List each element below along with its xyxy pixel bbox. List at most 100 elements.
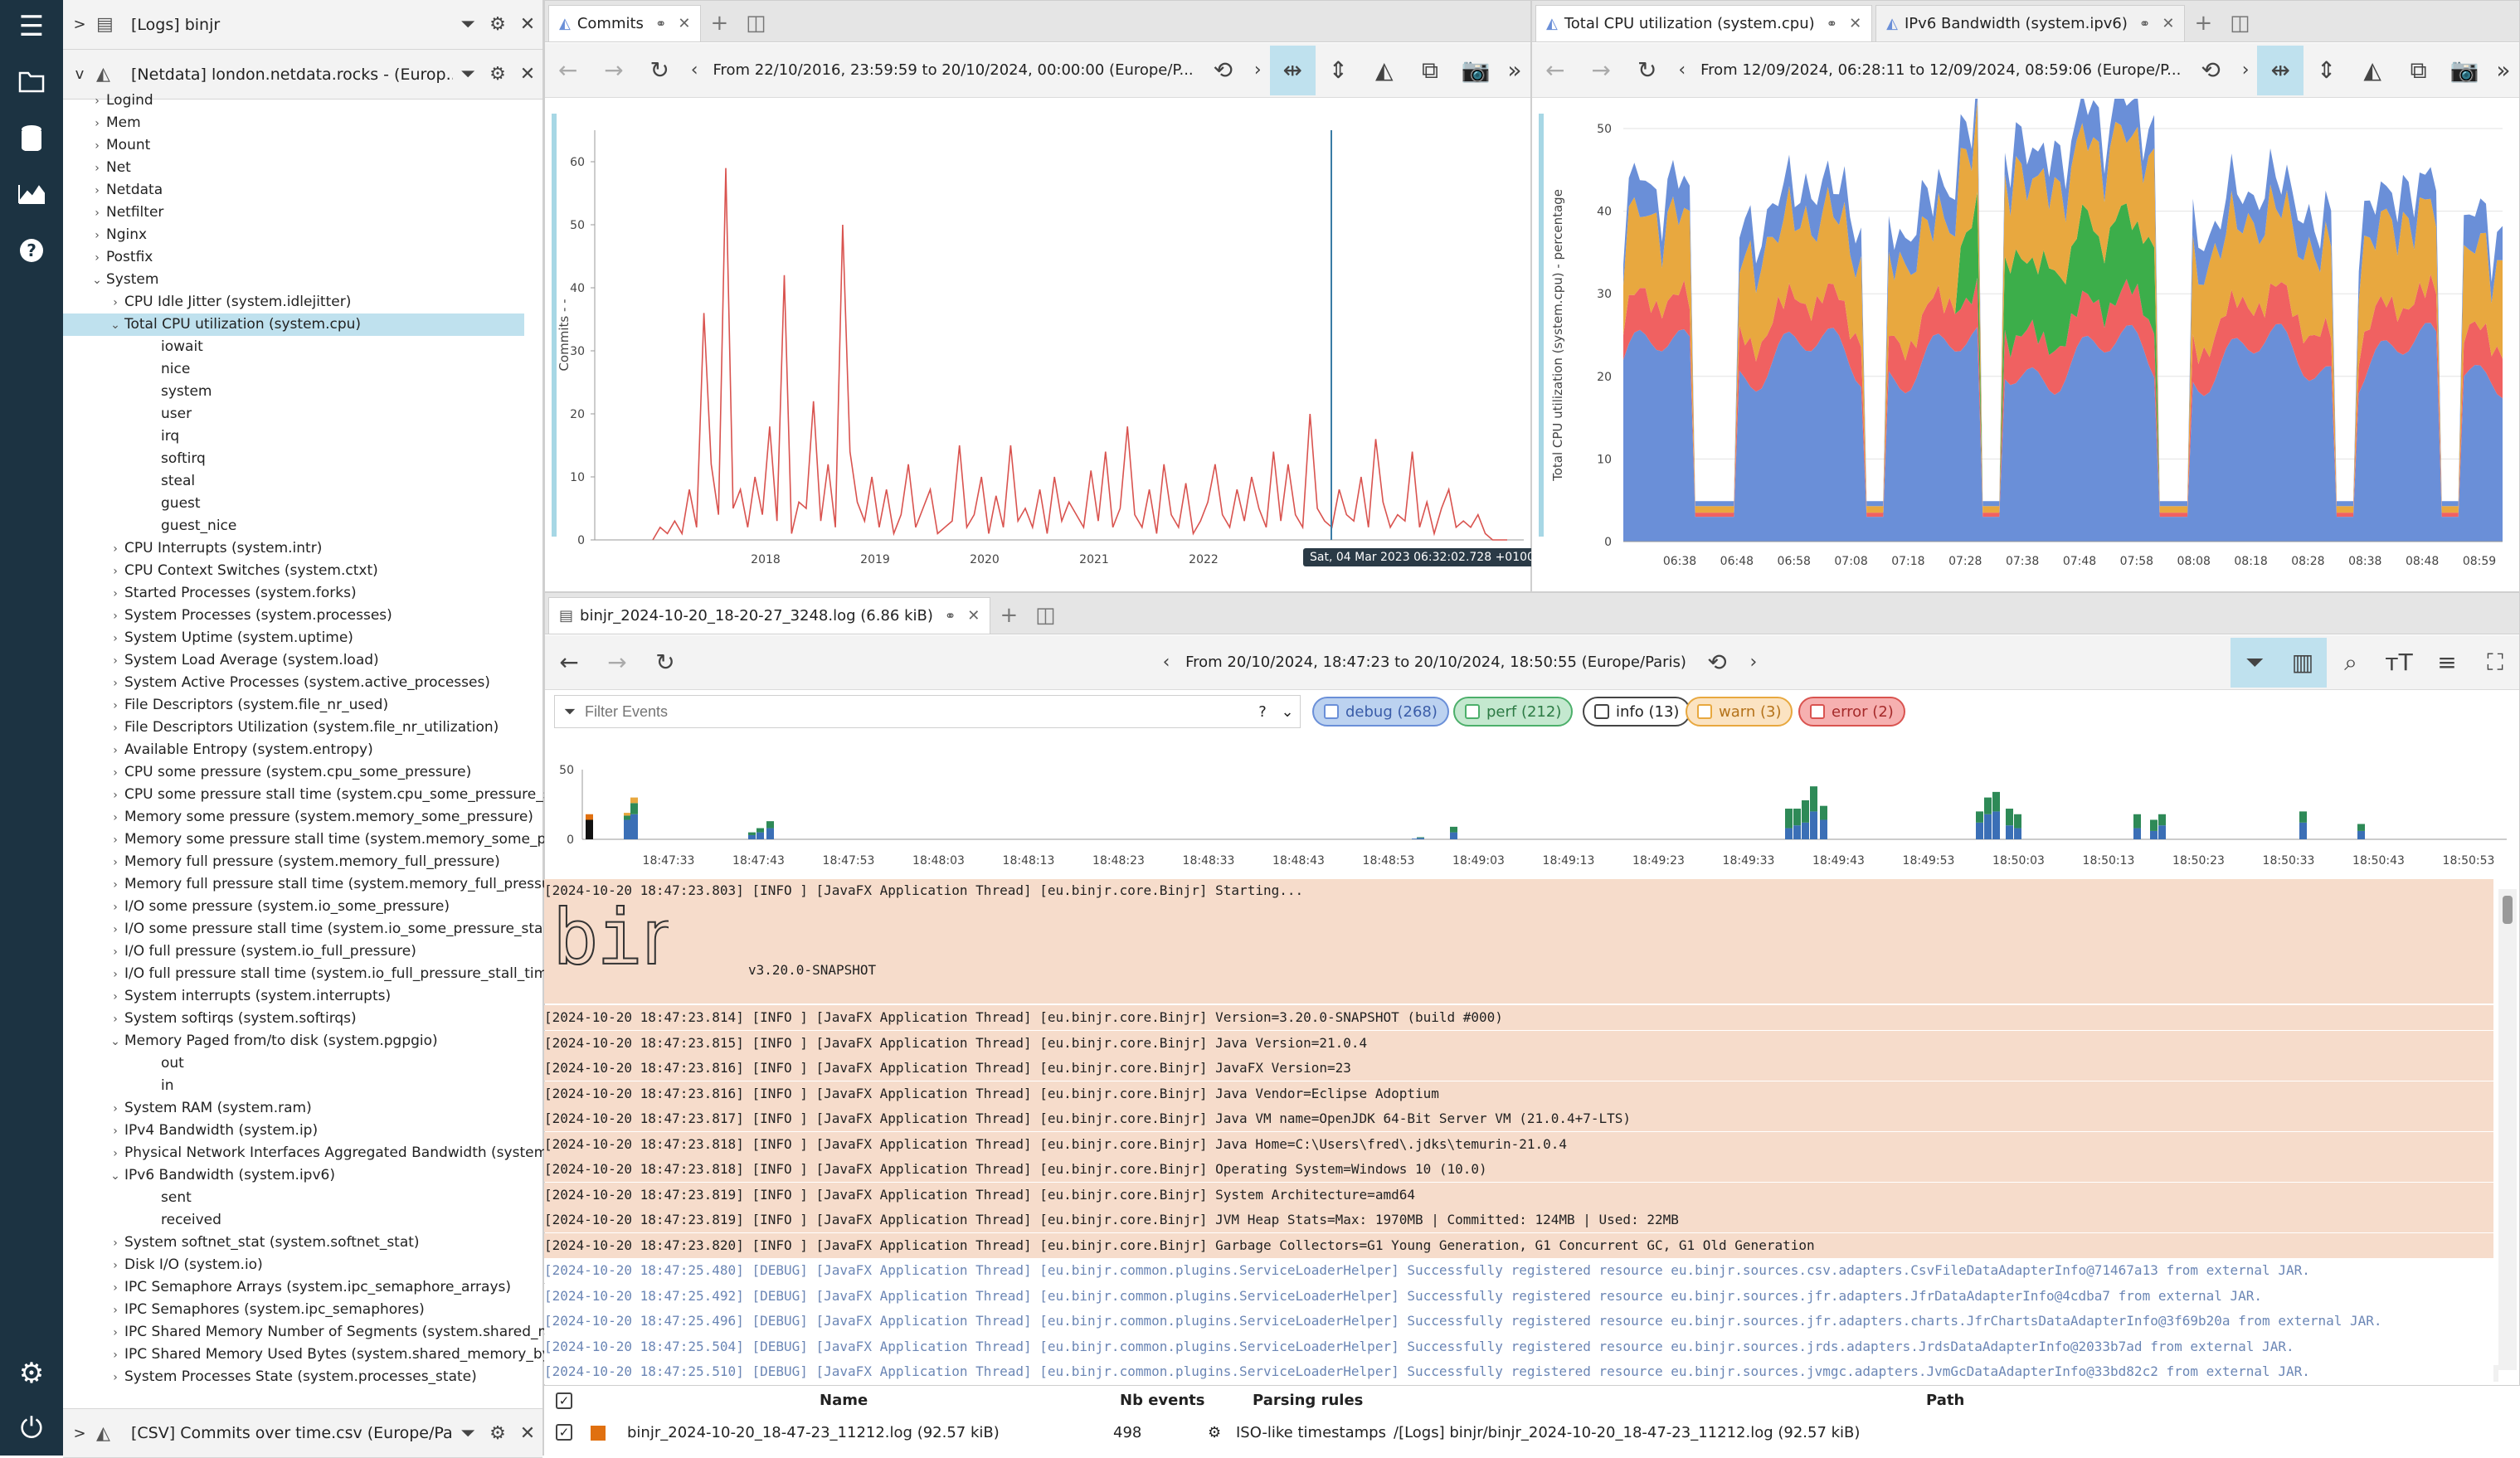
camera-icon[interactable]: 📷 (2441, 46, 2487, 95)
tree-node[interactable]: out (63, 1052, 524, 1075)
refresh-icon[interactable]: ↻ (1624, 46, 1670, 95)
chevron-right-icon[interactable]: › (106, 673, 124, 695)
tree-node[interactable]: › File Descriptors (system.file_nr_used) (63, 694, 524, 717)
chevron-right-icon[interactable]: › (2234, 46, 2258, 95)
close-icon[interactable]: ✕ (1849, 15, 1861, 32)
source-header-logs[interactable]: > ▤ [Logs] binjr ⏷ ⚙ ✕ (63, 0, 542, 50)
chevron-right-icon[interactable]: › (106, 1322, 124, 1344)
back-icon[interactable]: ← (1532, 46, 1578, 95)
filter-icon[interactable]: ⏷ (453, 64, 483, 85)
tree-node[interactable]: › Memory some pressure stall time (system… (63, 829, 552, 851)
filter-events-input[interactable]: ⏷ ? ⌄ (554, 695, 1301, 728)
commits-chart[interactable]: 0 10 20 30 40 50 60 2018 2019 2020 2021 2022 Commits… (545, 99, 1530, 593)
help-icon[interactable]: ? (1250, 703, 1275, 721)
chevron-right-icon[interactable]: › (106, 807, 124, 829)
chevron-right-icon[interactable]: › (106, 1344, 124, 1367)
split-view-icon[interactable]: ◫ (737, 5, 774, 41)
tree-node[interactable]: › CPU some pressure (system.cpu_some_pres… (63, 761, 524, 784)
events-histogram[interactable]: 0 50 18:47:33 18:47:43 18:47:53 18:48:03 18:48… (544, 746, 2520, 879)
chevron-right-icon[interactable]: › (106, 1143, 124, 1165)
chevron-right-icon[interactable]: › (106, 897, 124, 919)
tree-node[interactable]: › Memory full pressure stall time (system… (63, 873, 556, 896)
tree-node[interactable]: › Logind (63, 90, 524, 112)
chevron-right-icon[interactable]: › (106, 1120, 124, 1143)
tree-node[interactable]: steal (63, 470, 524, 493)
chevron-left-icon[interactable]: ‹ (1154, 638, 1179, 688)
log-line[interactable]: [2024-10-20 18:47:25.492] [DEBUG] [JavaF… (544, 1283, 2493, 1309)
log-line[interactable]: [2024-10-20 18:47:23.819] [INFO ] [JavaF… (544, 1208, 2493, 1232)
chip-info[interactable]: info (13) (1583, 697, 1691, 727)
select-all-checkbox[interactable]: ✓ (556, 1392, 572, 1409)
tree-node[interactable]: irq (63, 425, 524, 448)
chevron-left-icon[interactable]: ‹ (1670, 46, 1694, 95)
chevron-right-icon[interactable]: › (106, 1255, 124, 1277)
chevron-right-icon[interactable]: › (106, 762, 124, 785)
chevron-right-icon[interactable]: › (106, 292, 124, 314)
crosshair-vertical-icon[interactable]: ⇹ (2257, 45, 2304, 95)
tree-node[interactable]: › System softnet_stat (system.softnet_sta… (63, 1232, 524, 1254)
folder-icon[interactable] (8, 58, 55, 104)
tab-ipv6-bandwidth[interactable]: ◭ IPv6 Bandwidth (system.ipv6) ⚭ ✕ (1875, 5, 2186, 41)
tree-node[interactable]: › I/O full pressure (system.io_full_press… (63, 940, 524, 963)
link-icon[interactable]: ⚭ (945, 608, 956, 624)
chevron-right-icon[interactable]: › (106, 561, 124, 583)
close-icon[interactable]: ✕ (967, 607, 980, 625)
close-icon[interactable]: ✕ (678, 15, 690, 32)
log-line[interactable]: [2024-10-20 18:47:23.803] [INFO ] [JavaF… (544, 879, 2493, 902)
chevron-right-icon[interactable]: › (106, 583, 124, 605)
tree-node[interactable]: system (63, 381, 524, 403)
tree-node[interactable]: › Net (63, 157, 524, 179)
menu-icon[interactable]: ☰ (8, 3, 55, 50)
chevron-right-icon[interactable]: › (106, 695, 124, 717)
chevron-down-icon[interactable]: v (63, 66, 96, 83)
tree-node[interactable]: › Disk I/O (system.io) (63, 1254, 524, 1276)
tree-node[interactable]: in (63, 1075, 524, 1097)
add-tab-button[interactable]: + (701, 5, 737, 41)
chevron-down-icon[interactable]: ⌄ (106, 1165, 124, 1188)
forward-icon[interactable]: → (591, 46, 636, 95)
tree-node[interactable]: › IPC Semaphore Arrays (system.ipc_semaph… (63, 1276, 524, 1299)
chevron-right-icon[interactable]: > (63, 1425, 96, 1442)
chevron-right-icon[interactable]: › (106, 605, 124, 628)
chevron-right-icon[interactable]: › (88, 158, 106, 180)
gear-icon[interactable]: ⚙ (1208, 1419, 1221, 1447)
chevron-right-icon[interactable]: › (106, 1300, 124, 1322)
tree-node[interactable]: › Memory some pressure (system.memory_som… (63, 806, 533, 829)
gear-icon[interactable]: ⚙ (483, 1423, 513, 1444)
log-line[interactable]: [2024-10-20 18:47:23.818] [INFO ] [JavaF… (544, 1157, 2493, 1182)
tree-node[interactable]: guest (63, 493, 524, 515)
close-icon[interactable]: ✕ (2162, 15, 2174, 32)
tree-node[interactable]: › Nginx (63, 224, 524, 246)
tree-node[interactable]: › IPC Shared Memory Used Bytes (system.sh… (63, 1344, 556, 1367)
tree-node[interactable]: sent (63, 1187, 524, 1209)
database-icon[interactable] (8, 114, 55, 161)
fullscreen-icon[interactable]: ⛶ (2471, 638, 2519, 688)
chevron-right-icon[interactable]: › (88, 247, 106, 270)
gear-icon[interactable]: ⚙ (483, 14, 513, 35)
log-line[interactable]: [2024-10-20 18:47:23.820] [INFO ] [JavaF… (544, 1232, 2493, 1258)
back-icon[interactable]: ← (545, 638, 593, 688)
forward-icon[interactable]: → (593, 638, 641, 688)
chip-debug[interactable]: debug (268) (1312, 697, 1449, 727)
col-path[interactable]: Path (1926, 1386, 1964, 1416)
font-size-icon[interactable]: тT (2375, 638, 2423, 688)
tree-node[interactable]: › IPv4 Bandwidth (system.ip) (63, 1120, 524, 1142)
log-line[interactable]: [2024-10-20 18:47:23.816] [INFO ] [JavaF… (544, 1056, 2493, 1081)
chevron-right-icon[interactable]: › (88, 113, 106, 135)
chevron-down-icon[interactable]: ⌄ (88, 270, 106, 292)
link-icon[interactable]: ⚭ (2139, 16, 2150, 32)
tree-node[interactable]: guest_nice (63, 515, 524, 537)
crosshair-horizontal-icon[interactable]: ⇕ (2304, 46, 2349, 95)
tab-commits[interactable]: ◭ Commits ⚭ ✕ (548, 5, 702, 41)
chart-type-icon[interactable]: ◭ (1361, 46, 1407, 95)
chip-perf[interactable]: perf (212) (1453, 697, 1574, 727)
log-scrollbar-v[interactable] (2498, 889, 2517, 1370)
tree-node[interactable]: › I/O some pressure (system.io_some_press… (63, 896, 524, 918)
log-line[interactable]: [2024-10-20 18:47:23.819] [INFO ] [JavaF… (544, 1182, 2493, 1208)
history-icon[interactable]: ⟲ (1693, 638, 1741, 688)
search-icon[interactable]: ⌕ (2327, 638, 2375, 688)
chevron-right-icon[interactable]: › (106, 941, 124, 964)
link-icon[interactable]: ⚭ (655, 16, 666, 32)
histogram-icon[interactable]: ▥ (2279, 637, 2328, 688)
split-view-icon[interactable]: ◫ (1027, 597, 1063, 634)
